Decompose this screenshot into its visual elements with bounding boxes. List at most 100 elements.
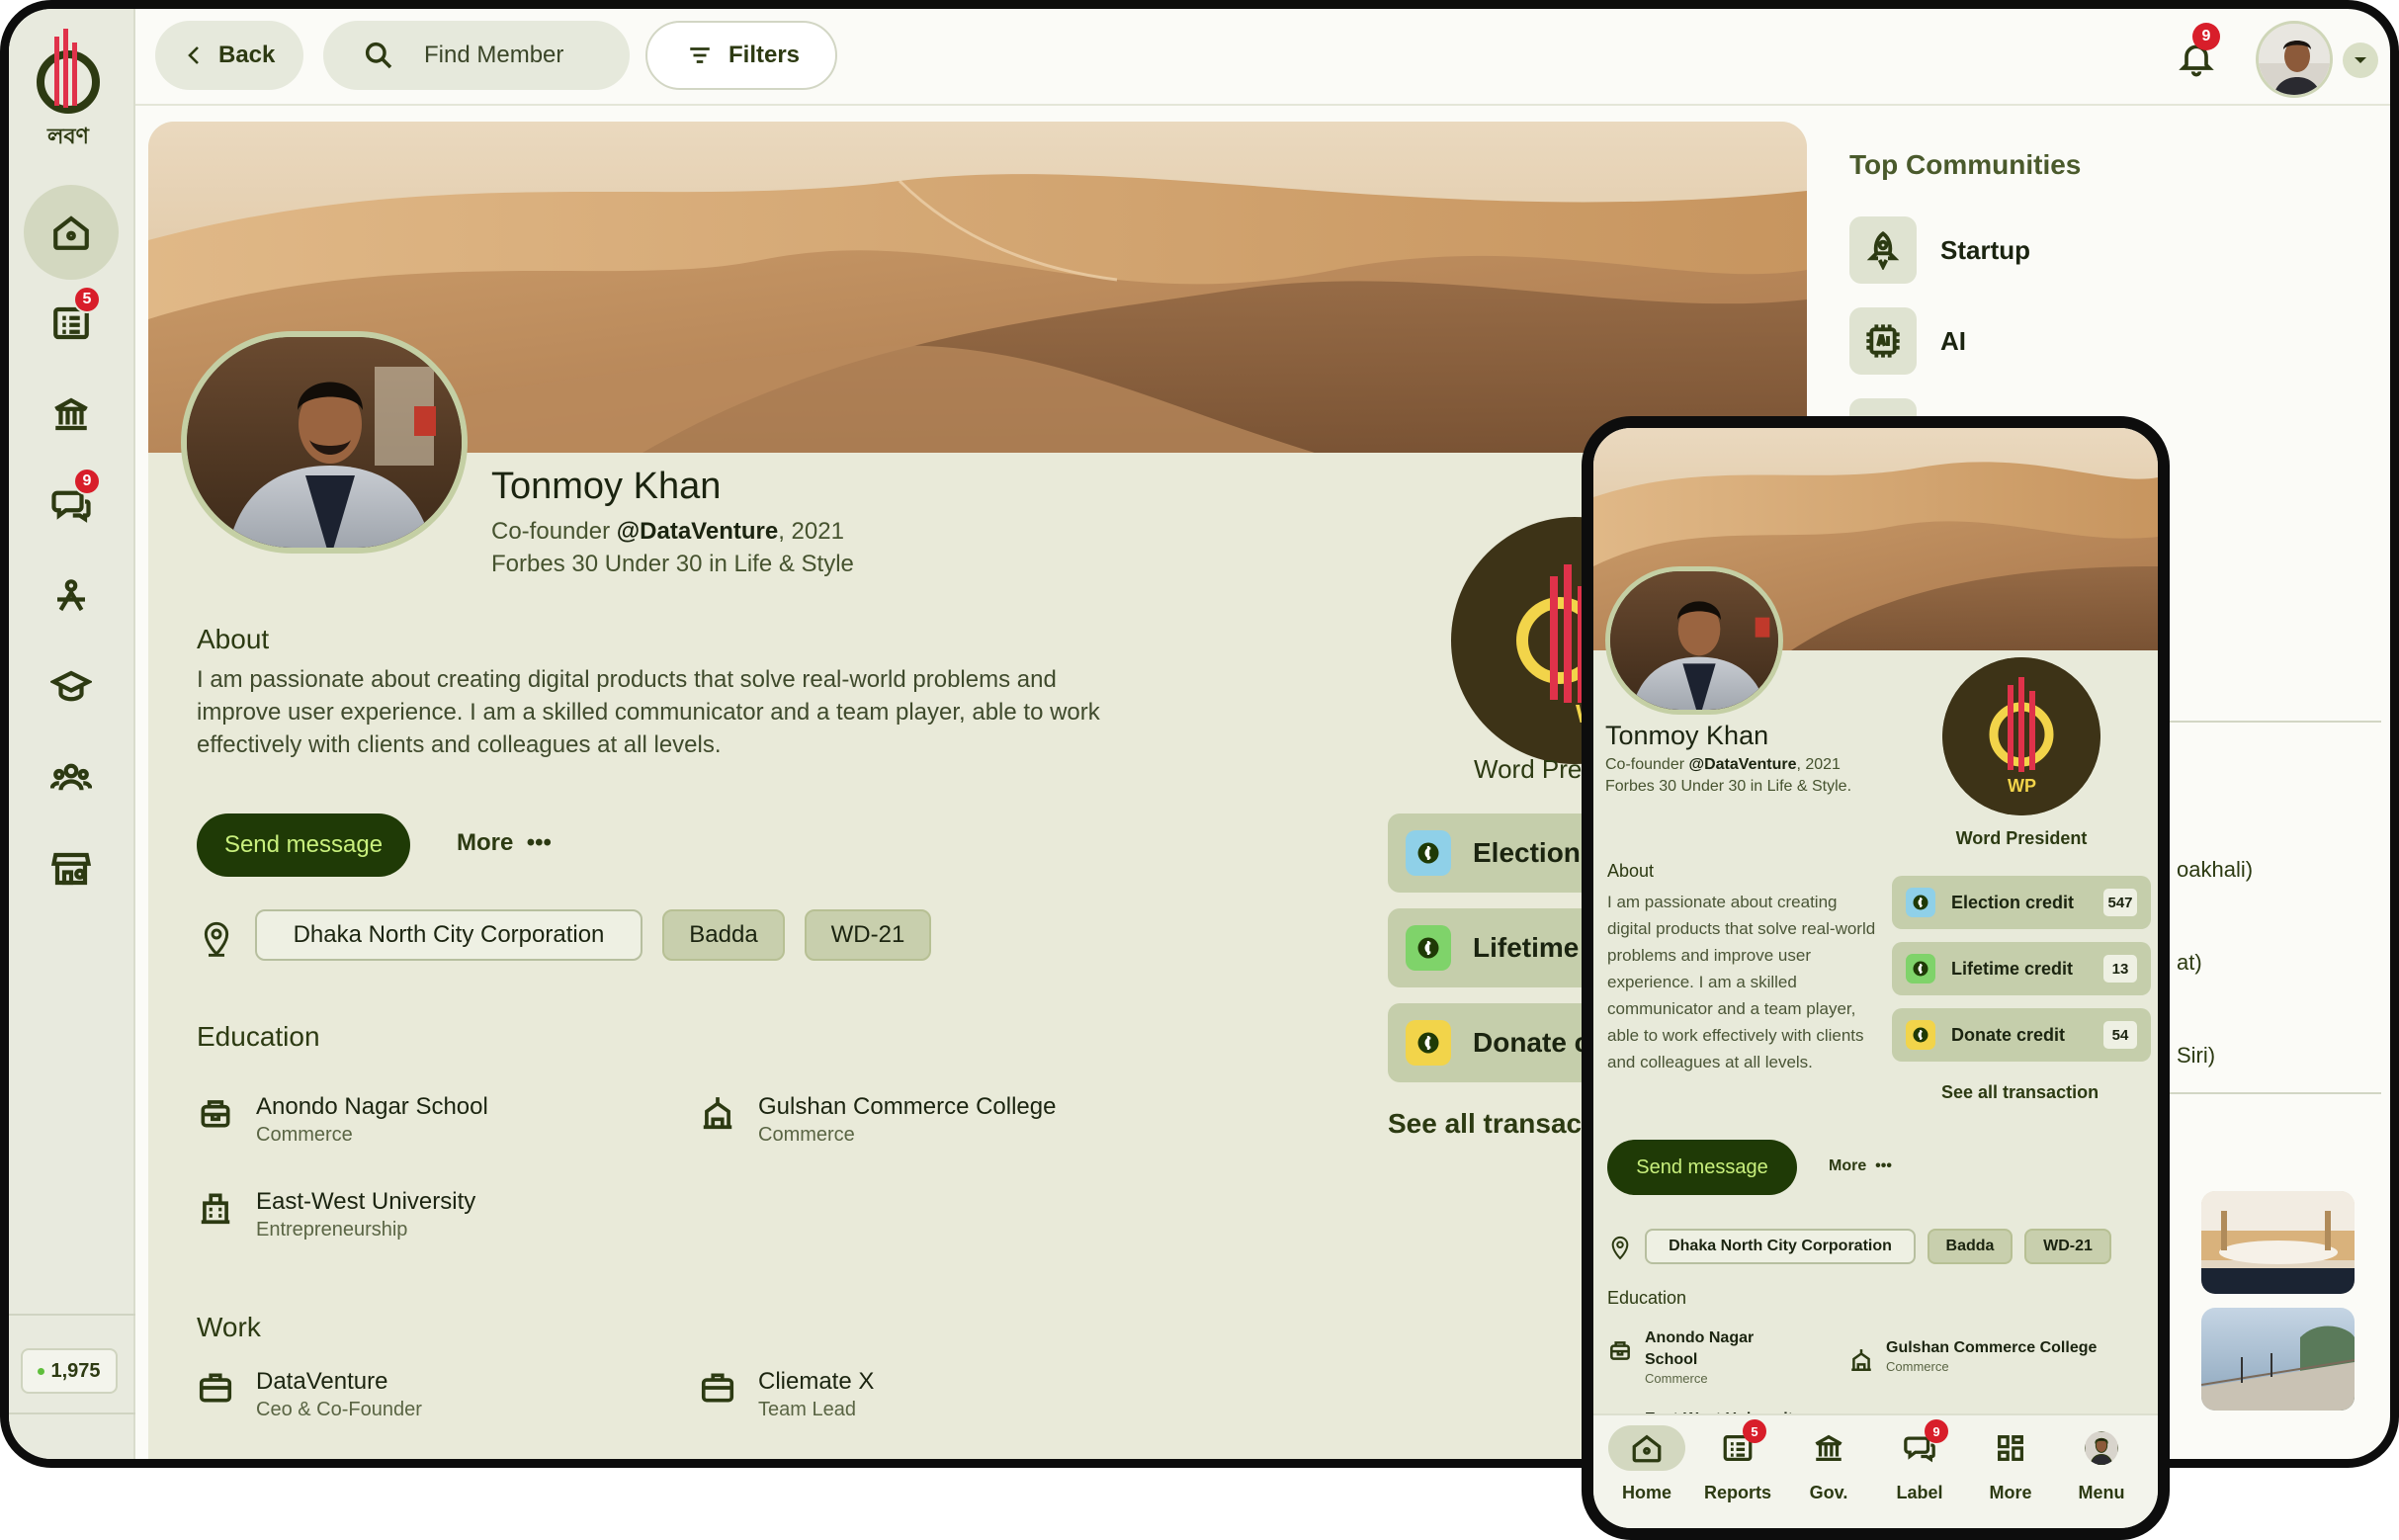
user-avatar[interactable] (2256, 21, 2333, 98)
community-label: AI (1940, 325, 1966, 356)
tab-more[interactable]: More (1965, 1425, 2056, 1503)
mobile-profile-photo (1605, 566, 1783, 715)
chat-badge: 9 (73, 468, 101, 495)
mobile-lifetime-credit-row[interactable]: Lifetime credit 13 (1892, 942, 2151, 995)
university-icon (201, 1193, 230, 1225)
location-area-chip[interactable]: Badda (662, 909, 785, 961)
profile-photo (181, 331, 468, 554)
home-icon (53, 215, 89, 250)
about-title: About (197, 624, 270, 654)
avatar-photo (2259, 24, 2330, 95)
more-button[interactable]: More ••• (457, 829, 552, 857)
education-item: Gulshan Commerce College Commerce (699, 1092, 1056, 1148)
points-value: 1,975 (50, 1359, 101, 1382)
community-location-fragment: Siri) (2177, 1043, 2216, 1068)
points-counter[interactable]: 1,975 (21, 1348, 118, 1394)
filters-button[interactable]: Filters (645, 21, 837, 90)
store-icon (50, 852, 92, 886)
profile-honor: Forbes 30 Under 30 in Life & Style (491, 551, 854, 577)
sidebar-item-store[interactable] (24, 821, 119, 916)
chat-badge: 9 (1925, 1419, 1948, 1443)
work-item: DataVenture Ceo & Co-Founder (197, 1367, 422, 1422)
sidebar-item-people[interactable] (24, 730, 119, 825)
find-member-label: Find Member (424, 42, 564, 68)
notification-badge: 9 (2192, 23, 2220, 50)
mobile-election-credit-row[interactable]: Election credit 547 (1892, 876, 2151, 929)
profile-company-link[interactable]: @DataVenture (617, 518, 778, 545)
tab-icon-wrap (2063, 1425, 2140, 1471)
location-ward-chip[interactable]: WD-21 (805, 909, 931, 961)
mobile-see-all-transactions-link[interactable]: See all transaction (1941, 1082, 2099, 1103)
sidebar-item-home[interactable] (24, 185, 119, 280)
sidebar-item-reports[interactable]: 5 (24, 276, 119, 371)
caret-down-icon (2355, 57, 2366, 63)
community-item-ai[interactable]: AI (1849, 307, 1966, 375)
find-member-button[interactable]: Find Member (323, 21, 630, 90)
location-city-chip[interactable]: Dhaka North City Corporation (255, 909, 643, 961)
mobile-preview: Tonmoy Khan Co-founder @DataVenture, 202… (1582, 416, 2170, 1540)
tab-government[interactable]: Gov. (1783, 1425, 1874, 1503)
mobile-location-area-chip[interactable]: Badda (1928, 1229, 2013, 1264)
avatar (2085, 1431, 2118, 1465)
tab-home[interactable]: Home (1601, 1425, 1692, 1503)
home-icon (1632, 1434, 1662, 1463)
mobile-profile-subtitle: Co-founder @DataVenture, 2021 Forbes 30 … (1605, 754, 1862, 798)
search-icon (365, 42, 392, 69)
credit-coin-icon (1406, 1020, 1451, 1066)
tab-reports[interactable]: 5 Reports (1692, 1419, 1783, 1503)
logo-mark-icon (37, 29, 100, 114)
mobile-more-button[interactable]: More ••• (1829, 1157, 1892, 1175)
sidebar-item-chat[interactable]: 9 (24, 458, 119, 553)
sidebar-item-government[interactable] (24, 367, 119, 462)
gallery-thumbnail-image (2201, 1308, 2355, 1411)
mobile-company-link[interactable]: @DataVenture (1689, 756, 1797, 773)
chevron-left-icon (188, 46, 199, 64)
education-field: Commerce (758, 1124, 855, 1146)
tab-label-chat[interactable]: 9 Label (1874, 1419, 1965, 1503)
credit-label: Election credit (1951, 892, 2075, 912)
government-icon (1815, 1434, 1842, 1461)
reports-badge: 5 (1743, 1419, 1766, 1443)
mobile-profile-photo-image (1610, 571, 1778, 710)
mobile-location-ward-chip[interactable]: WD-21 (2024, 1229, 2111, 1264)
tab-icon-wrap (1608, 1425, 1685, 1471)
mobile-education-item: Anondo Nagar School Commerce (1607, 1327, 1825, 1386)
mobile-word-president-label: Word President (1955, 828, 2088, 848)
college-icon (1851, 1349, 1871, 1371)
college-icon (703, 1097, 732, 1130)
education-name: Anondo Nagar School (256, 1093, 488, 1120)
education-name: Gulshan Commerce College (1886, 1339, 2098, 1356)
app-logo[interactable]: লবণ (33, 25, 104, 148)
account-menu-button[interactable] (2343, 43, 2378, 78)
mobile-location-city-chip[interactable]: Dhaka North City Corporation (1645, 1229, 1916, 1264)
word-president-badge-icon: WP (1942, 657, 2100, 815)
community-item-startup[interactable]: Startup (1849, 216, 2030, 284)
tab-icon-wrap: 9 (1881, 1419, 1958, 1471)
more-label: More (457, 829, 514, 856)
ai-chip-icon (1866, 324, 1900, 358)
mobile-donate-credit-row[interactable]: Donate credit 54 (1892, 1008, 2151, 1062)
profile-role: Co-founder (491, 518, 617, 545)
sidebar-item-education[interactable] (24, 640, 119, 734)
see-all-transactions-link[interactable]: See all transacti (1388, 1108, 1598, 1140)
sidebar-item-community[interactable] (24, 549, 119, 643)
back-label: Back (218, 42, 276, 68)
reports-badge: 5 (73, 286, 101, 313)
credit-count: 13 (2103, 955, 2137, 983)
credit-coin-icon (1406, 925, 1451, 971)
tab-label: Label (1896, 1483, 1943, 1502)
tab-label: Home (1621, 1483, 1671, 1502)
mobile-education-item: Gulshan Commerce College Commerce (1848, 1337, 2097, 1374)
send-message-button[interactable]: Send message (197, 813, 410, 877)
divider (2164, 1092, 2381, 1094)
education-item: Anondo Nagar School Commerce (197, 1092, 488, 1148)
tab-menu[interactable]: Menu (2056, 1425, 2147, 1503)
mobile-send-message-button[interactable]: Send message (1607, 1140, 1797, 1195)
mobile-word-president-badge: WP (1942, 657, 2100, 815)
community-icon-tile (1849, 216, 1917, 284)
gallery-thumbnail[interactable] (2201, 1308, 2355, 1411)
community-icon-tile (1849, 307, 1917, 375)
back-button[interactable]: Back (155, 21, 303, 90)
top-bar: Back Find Member Filters 9 (135, 9, 2390, 106)
gallery-thumbnail[interactable] (2201, 1191, 2355, 1294)
